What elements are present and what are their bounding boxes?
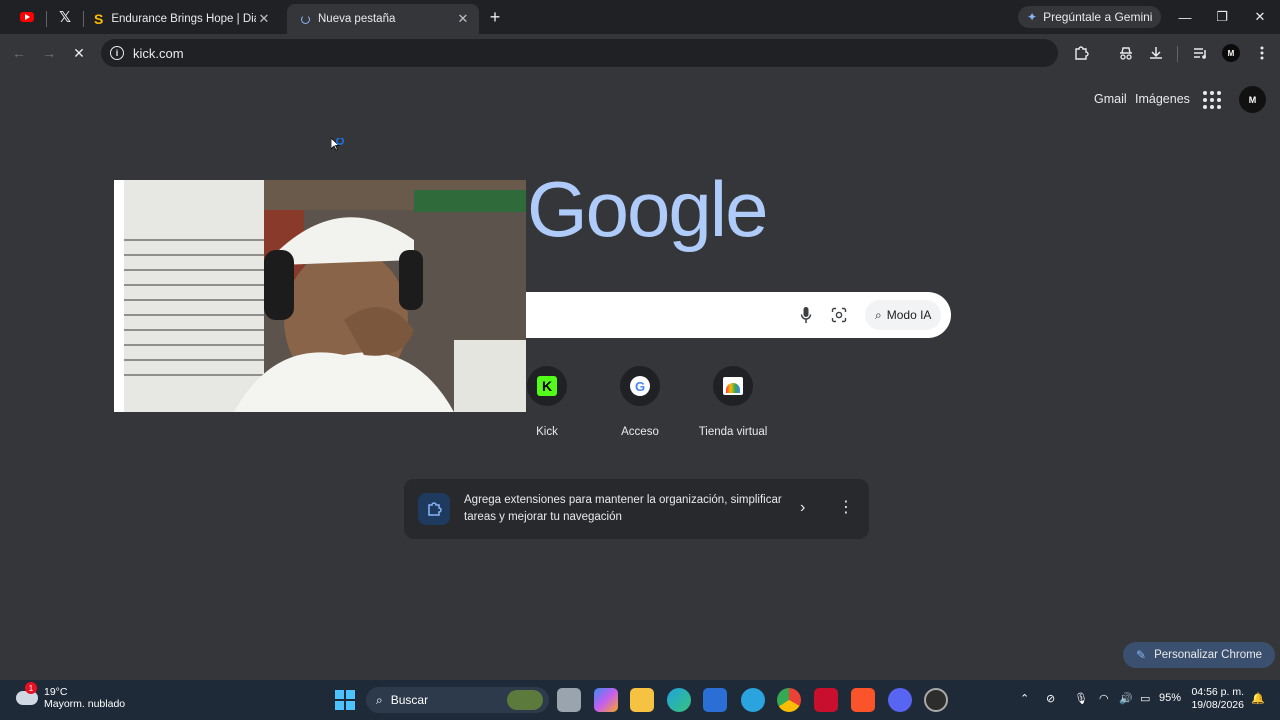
- web-store-icon: [723, 377, 743, 395]
- shortcut-acceso[interactable]: G Acceso: [595, 366, 685, 438]
- browser-toolbar: ← → ✕ i kick.com M: [0, 34, 1280, 72]
- pencil-icon: ✎: [1136, 648, 1147, 662]
- microsoft-store-icon[interactable]: [703, 688, 727, 712]
- discord-icon[interactable]: [888, 688, 912, 712]
- lens-search-icon[interactable]: [829, 305, 849, 325]
- ai-mode-button[interactable]: ⌕ Modo IA: [865, 300, 942, 330]
- taskbar-search-label: Buscar: [390, 693, 429, 707]
- chevron-up-icon[interactable]: ⌃: [1020, 692, 1029, 705]
- mcafee-icon[interactable]: [814, 688, 838, 712]
- notifications-icon[interactable]: 🔔: [1251, 692, 1265, 705]
- extensions-promo-text: Agrega extensiones para mantener la orga…: [464, 494, 782, 523]
- pinned-tab-youtube[interactable]: [12, 6, 42, 28]
- stop-loading-button[interactable]: ✕: [68, 42, 90, 64]
- gemini-button[interactable]: ✦ Pregúntale a Gemini: [1018, 6, 1162, 28]
- slides-favicon-icon: S: [94, 11, 104, 27]
- clock[interactable]: 04:56 p. m. 19/08/2026: [1190, 686, 1244, 712]
- wifi-icon[interactable]: ◠: [1099, 692, 1109, 705]
- google-icon: G: [630, 376, 650, 396]
- kick-icon: K: [537, 376, 557, 396]
- tab-strip: 𝕏 S Endurance Brings Hope | Diapo ✕ Nuev…: [0, 0, 1280, 34]
- tab-separator: [46, 11, 47, 27]
- profile-avatar[interactable]: M: [1222, 44, 1240, 62]
- gemini-sparkle-icon: ✦: [1027, 10, 1038, 24]
- images-link[interactable]: Imágenes: [1135, 92, 1190, 106]
- webcam-overlay: [114, 180, 526, 412]
- pinned-tab-x[interactable]: 𝕏: [50, 6, 80, 28]
- tab-nueva-pestana[interactable]: Nueva pestaña ✕: [287, 4, 479, 34]
- close-tab-icon[interactable]: ✕: [256, 11, 272, 27]
- address-bar[interactable]: i kick.com: [101, 39, 1058, 67]
- loading-spinner-icon: [301, 14, 310, 24]
- search-icon: ⌕: [376, 692, 383, 707]
- extensions-icon[interactable]: [1071, 43, 1091, 63]
- ai-mode-label: Modo IA: [886, 308, 932, 322]
- tab-title: Endurance Brings Hope | Diapo: [111, 13, 256, 25]
- shortcut-tienda-virtual[interactable]: Tienda virtual: [688, 366, 778, 438]
- puzzle-icon: [418, 493, 450, 525]
- minimize-button[interactable]: —: [1170, 5, 1200, 29]
- search-highlight-icon: [507, 690, 543, 710]
- voice-search-icon[interactable]: [796, 305, 816, 325]
- windows-taskbar: 1 19°C Mayorm. nublado ⌕ Buscar ⌃ ⊘ 🎙 ◠ …: [0, 680, 1280, 720]
- obs-icon[interactable]: [924, 688, 948, 712]
- gmail-link[interactable]: Gmail: [1094, 92, 1127, 106]
- tab-separator: [83, 11, 84, 27]
- tab-title: Nueva pestaña: [318, 13, 396, 25]
- new-tab-button[interactable]: +: [485, 7, 505, 27]
- gemini-label: Pregúntale a Gemini: [1043, 10, 1153, 24]
- shortcut-label: Acceso: [621, 426, 659, 438]
- taskbar-search[interactable]: ⌕ Buscar: [366, 687, 549, 713]
- copilot-icon[interactable]: [594, 688, 618, 712]
- shortcut-label: Kick: [536, 426, 558, 438]
- ai-search-icon: ⌕: [875, 307, 882, 322]
- sync-off-icon[interactable]: ⊘: [1046, 692, 1055, 705]
- shortcut-label: Tienda virtual: [698, 426, 768, 438]
- close-tab-icon[interactable]: ✕: [455, 11, 471, 27]
- site-info-icon[interactable]: i: [110, 46, 124, 60]
- extensions-promo-card[interactable]: Agrega extensiones para mantener la orga…: [404, 479, 869, 539]
- restore-button[interactable]: ❐: [1207, 5, 1237, 29]
- close-window-button[interactable]: ✕: [1245, 5, 1275, 29]
- time-text: 04:56 p. m.: [1191, 686, 1244, 698]
- file-explorer-icon[interactable]: [630, 688, 654, 712]
- incognito-icon[interactable]: [1116, 43, 1136, 63]
- chrome-icon[interactable]: [777, 688, 801, 712]
- date-text: 19/08/2026: [1191, 699, 1244, 711]
- task-view-icon[interactable]: [557, 688, 581, 712]
- chrome-menu-icon[interactable]: [1252, 43, 1272, 63]
- brave-icon[interactable]: [851, 688, 875, 712]
- start-button[interactable]: [335, 690, 355, 710]
- back-button[interactable]: ←: [8, 42, 30, 64]
- battery-percent: 95%: [1159, 692, 1182, 704]
- tab-endurance[interactable]: S Endurance Brings Hope | Diapo ✕: [86, 4, 280, 34]
- forward-button[interactable]: →: [38, 42, 60, 64]
- edge-icon[interactable]: [667, 688, 691, 712]
- microphone-icon[interactable]: 🎙: [1074, 692, 1088, 705]
- x-icon: 𝕏: [58, 9, 72, 26]
- weather-widget[interactable]: 1 19°C Mayorm. nublado: [16, 682, 126, 710]
- battery-icon[interactable]: ▭: [1140, 692, 1150, 705]
- notification-badge: 1: [25, 682, 37, 694]
- media-controls-icon[interactable]: [1190, 43, 1210, 63]
- customize-label: Personalizar Chrome: [1154, 649, 1263, 661]
- url-text: kick.com: [133, 45, 184, 61]
- weather-app-icon[interactable]: [741, 688, 765, 712]
- more-options-icon[interactable]: ⋮: [838, 497, 854, 517]
- youtube-icon: [20, 12, 34, 22]
- toolbar-divider: [1177, 46, 1178, 62]
- weather-condition: Mayorm. nublado: [44, 698, 126, 710]
- webcam-feed-image: [114, 180, 526, 412]
- account-avatar[interactable]: M: [1239, 86, 1266, 113]
- weather-temp: 19°C: [44, 686, 68, 698]
- mouse-cursor-icon: [330, 136, 345, 156]
- chevron-right-icon[interactable]: ›: [800, 499, 805, 517]
- download-icon[interactable]: [1146, 43, 1166, 63]
- cloud-icon: 1: [16, 682, 38, 705]
- customize-chrome-button[interactable]: ✎ Personalizar Chrome: [1123, 642, 1276, 668]
- volume-icon[interactable]: 🔊: [1119, 692, 1133, 705]
- google-logo: Google: [527, 165, 769, 253]
- google-apps-icon[interactable]: [1203, 91, 1221, 109]
